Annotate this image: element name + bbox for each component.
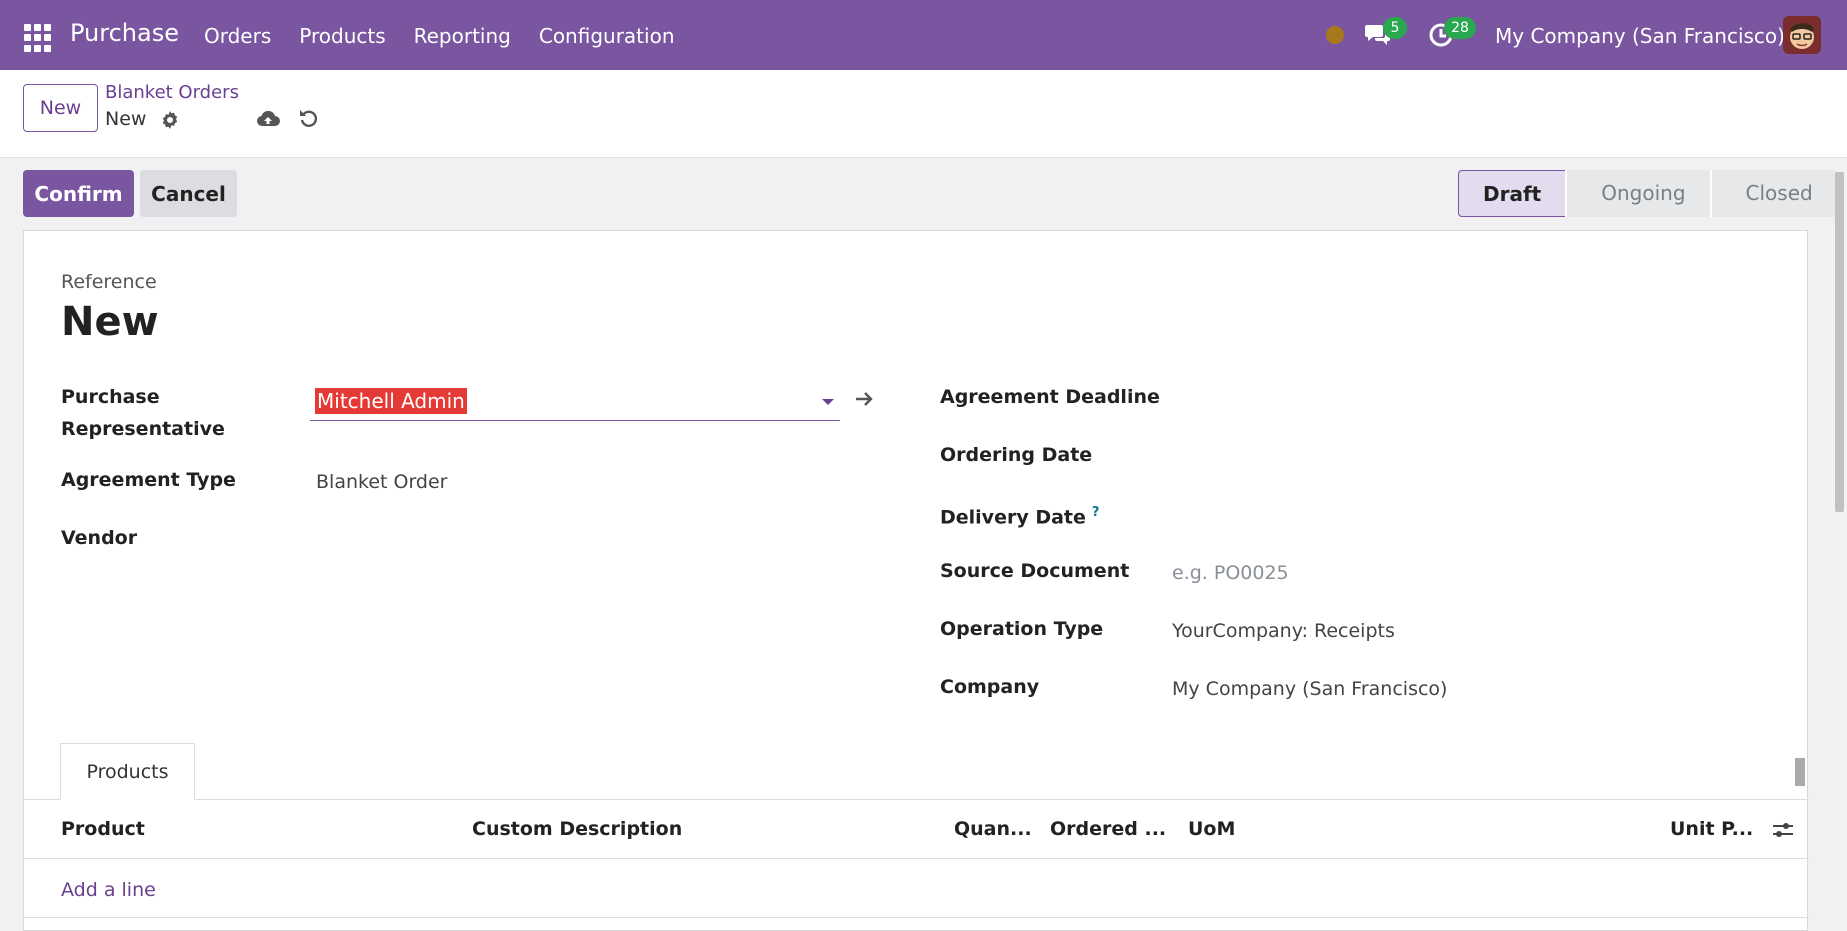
add-line-link[interactable]: Add a line	[61, 879, 156, 901]
column-settings-icon[interactable]	[1772, 820, 1794, 840]
main-menu: Orders Products Reporting Configuration	[204, 24, 703, 48]
column-ordered[interactable]: Ordered ...	[1050, 818, 1166, 840]
stage-ongoing[interactable]: Ongoing	[1565, 170, 1710, 217]
help-tooltip-icon[interactable]: ?	[1092, 505, 1100, 520]
agreement-type-value[interactable]: Blanket Order	[316, 471, 448, 493]
new-record-button[interactable]: New	[23, 84, 98, 132]
purchase-representative-label: Purchase Representative	[61, 386, 225, 440]
column-unit-price[interactable]: Unit P...	[1670, 818, 1753, 840]
chevron-down-icon[interactable]	[822, 399, 834, 405]
status-bar: Draft Ongoing Closed	[1458, 170, 1837, 217]
apps-menu-icon[interactable]	[24, 24, 52, 52]
breadcrumb-current: New	[105, 108, 147, 130]
menu-orders[interactable]: Orders	[204, 24, 271, 48]
stage-draft[interactable]: Draft	[1458, 170, 1566, 217]
gear-icon[interactable]	[160, 110, 180, 130]
column-product[interactable]: Product	[61, 818, 145, 840]
delivery-date-label: Delivery Date?	[940, 497, 1099, 533]
ordering-date-label: Ordering Date	[940, 444, 1093, 466]
confirm-button[interactable]: Confirm	[23, 170, 134, 217]
cancel-button[interactable]: Cancel	[140, 170, 237, 217]
top-navbar: Purchase Orders Products Reporting Confi…	[0, 0, 1847, 70]
table-bottom-divider	[24, 917, 1809, 918]
company-switcher[interactable]: My Company (San Francisco)	[1495, 24, 1785, 48]
products-table-header: Product Custom Description Quan... Order…	[24, 800, 1809, 859]
agreement-deadline-input[interactable]	[1172, 387, 1752, 415]
operation-type-value[interactable]: YourCompany: Receipts	[1172, 620, 1395, 642]
reference-label: Reference	[61, 271, 157, 293]
column-quantity[interactable]: Quan...	[954, 818, 1032, 840]
agreement-type-label: Agreement Type	[61, 469, 236, 491]
vendor-input[interactable]	[316, 529, 836, 557]
user-avatar[interactable]	[1783, 16, 1821, 54]
source-document-input[interactable]: e.g. PO0025	[1172, 562, 1289, 584]
stage-closed[interactable]: Closed	[1709, 170, 1837, 217]
cloud-upload-icon[interactable]	[256, 107, 280, 131]
operation-type-label: Operation Type	[940, 618, 1104, 640]
page-scrollbar-thumb[interactable]	[1835, 172, 1844, 512]
arrow-right-icon[interactable]	[854, 389, 876, 409]
chat-count-badge: 5	[1383, 17, 1407, 39]
breadcrumb-blanket-orders[interactable]: Blanket Orders	[105, 82, 239, 103]
menu-configuration[interactable]: Configuration	[539, 24, 675, 48]
source-document-label: Source Document	[940, 560, 1130, 582]
activity-count-badge: 28	[1444, 17, 1476, 39]
vendor-label: Vendor	[61, 527, 138, 549]
inner-scrollbar-thumb[interactable]	[1795, 758, 1805, 786]
column-custom-description[interactable]: Custom Description	[472, 818, 682, 840]
column-uom[interactable]: UoM	[1188, 818, 1235, 840]
avatar-face-icon	[1783, 16, 1821, 54]
form-sheet: Reference New Purchase Representative Mi…	[23, 230, 1809, 931]
reference-value[interactable]: New	[61, 299, 159, 345]
company-value[interactable]: My Company (San Francisco)	[1172, 678, 1447, 700]
delivery-date-input[interactable]	[1172, 503, 1752, 531]
company-label: Company	[940, 676, 1040, 698]
delivery-date-label-text: Delivery Date	[940, 506, 1086, 529]
ordering-date-input[interactable]	[1172, 445, 1752, 473]
purchase-representative-input[interactable]: Mitchell Admin	[310, 381, 840, 421]
control-panel: New Blanket Orders New	[0, 70, 1847, 158]
presence-status-icon[interactable]	[1326, 26, 1344, 44]
purchase-representative-value: Mitchell Admin	[315, 388, 467, 414]
tab-products[interactable]: Products	[60, 743, 195, 800]
discard-undo-icon[interactable]	[298, 107, 320, 129]
menu-products[interactable]: Products	[299, 24, 385, 48]
menu-reporting[interactable]: Reporting	[414, 24, 511, 48]
agreement-deadline-label: Agreement Deadline	[940, 386, 1160, 408]
app-title[interactable]: Purchase	[70, 19, 179, 47]
